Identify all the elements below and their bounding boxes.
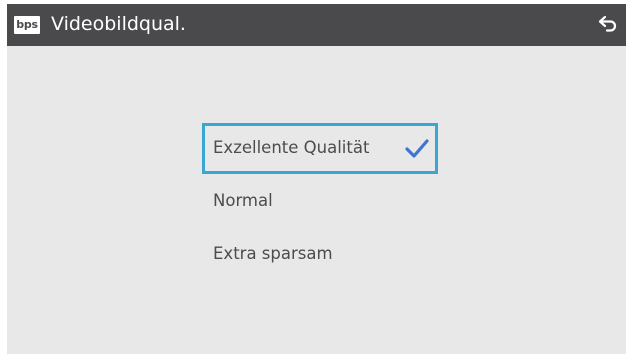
screen: bps Videobildqual. Exzellente Qualität N… <box>7 4 626 354</box>
bps-logo-icon: bps <box>14 16 40 34</box>
option-label: Normal <box>213 191 273 210</box>
option-normal[interactable]: Normal <box>202 176 438 227</box>
option-label: Exzellente Qualität <box>213 138 370 157</box>
option-extra-economical[interactable]: Extra sparsam <box>202 229 438 280</box>
header-bar: bps Videobildqual. <box>7 4 626 46</box>
option-label: Extra sparsam <box>213 244 333 263</box>
page-title: Videobildqual. <box>51 13 186 35</box>
check-icon <box>405 139 429 158</box>
back-arrow-icon[interactable] <box>598 15 618 33</box>
option-excellent-quality[interactable]: Exzellente Qualität <box>202 123 438 174</box>
